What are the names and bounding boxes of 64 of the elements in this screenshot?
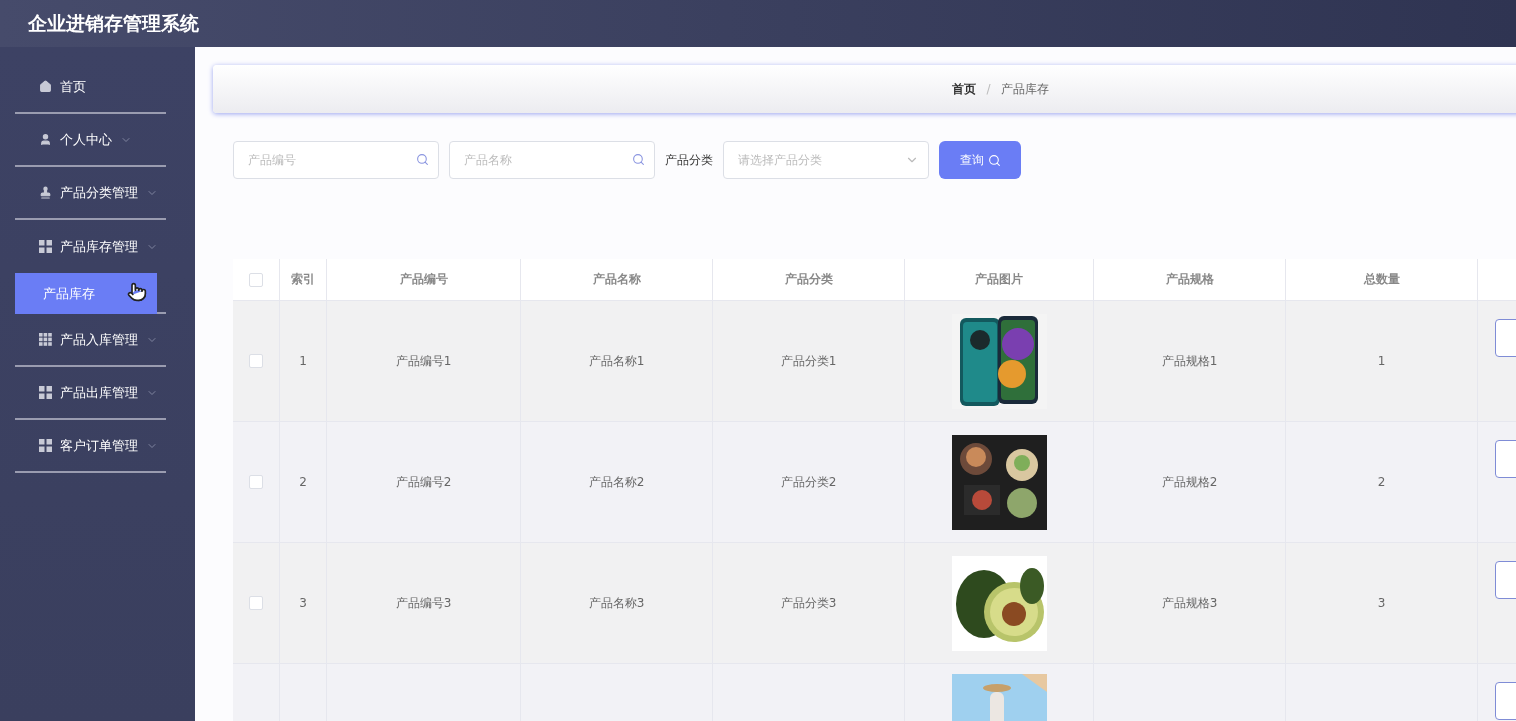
table-cell: 2: [1286, 422, 1478, 542]
search-field[interactable]: 产品名称: [449, 141, 655, 179]
table-cell: 2: [280, 422, 327, 542]
sidebar-item-label: 客户订单管理: [60, 436, 138, 455]
column-header: 产品名称: [521, 259, 713, 300]
table-cell: 产品分类3: [713, 543, 905, 663]
sidebar-item[interactable]: 个人中心: [15, 114, 166, 167]
sidebar-item-label: 产品入库管理: [60, 330, 138, 349]
column-header: 索引: [280, 259, 327, 300]
app-title: 企业进销存管理系统: [28, 10, 199, 36]
table-cell: 产品规格2: [1094, 422, 1286, 542]
grid-icon: [39, 240, 52, 253]
sidebar-item[interactable]: 首页: [15, 61, 166, 114]
grid-icon: [39, 386, 52, 399]
stamp-icon: [39, 186, 52, 199]
sidebar-item[interactable]: 产品分类管理: [15, 167, 166, 220]
search-icon: [416, 153, 429, 166]
sidebar-item-label: 产品库存管理: [60, 237, 138, 256]
search-icon: [987, 153, 1001, 167]
query-button[interactable]: 查询: [939, 141, 1021, 179]
sidebar-item[interactable]: 产品入库管理: [15, 314, 166, 367]
breadcrumb-separator: /: [986, 82, 991, 96]
breadcrumb-item: 产品库存: [1000, 80, 1049, 98]
checkbox[interactable]: [249, 475, 263, 489]
sidebar-item[interactable]: 产品库存管理: [15, 220, 166, 273]
sidebar-item-label: 产品出库管理: [60, 383, 138, 402]
table-cell: 产品分类2: [713, 422, 905, 542]
sidebar-item-label: 个人中心: [60, 130, 112, 149]
checkbox[interactable]: [249, 596, 263, 610]
table-cell: 产品编号3: [327, 543, 521, 663]
checkbox[interactable]: [249, 272, 263, 287]
sidebar-item-label: 产品分类管理: [60, 183, 138, 202]
search-field[interactable]: 产品编号: [233, 141, 439, 179]
column-header: 产品编号: [327, 259, 521, 300]
grid-icon: [39, 333, 52, 346]
sidebar-item[interactable]: 客户订单管理: [15, 420, 166, 473]
sidebar-item[interactable]: 产品出库管理: [15, 367, 166, 420]
table-cell: 产品规格3: [1094, 543, 1286, 663]
table-cell: 1: [280, 301, 327, 421]
table-cell: 1: [1286, 301, 1478, 421]
column-header: 总数量: [1286, 259, 1478, 300]
field-label: 产品分类: [665, 151, 713, 169]
table-cell: 产品名称3: [521, 543, 713, 663]
table-cell: 3: [280, 543, 327, 663]
cursor-icon: [127, 282, 147, 302]
table-cell: 3: [1286, 543, 1478, 663]
user-icon: [39, 133, 52, 146]
table-cell: 产品编号1: [327, 301, 521, 421]
search-icon: [632, 153, 645, 166]
checkbox[interactable]: [249, 354, 263, 368]
breadcrumb-item[interactable]: 首页: [952, 80, 977, 98]
table-cell: 产品规格1: [1094, 301, 1286, 421]
table-cell: 产品分类1: [713, 301, 905, 421]
sidebar-item-label: 首页: [60, 77, 86, 96]
table-cell: 产品名称1: [521, 301, 713, 421]
table-cell: 产品名称2: [521, 422, 713, 542]
column-header: 产品分类: [713, 259, 905, 300]
table-cell: 产品编号2: [327, 422, 521, 542]
column-header: 产品规格: [1094, 259, 1286, 300]
column-header: 产品图片: [905, 259, 1094, 300]
sidebar-subitem[interactable]: 产品库存: [15, 273, 157, 314]
grid-icon: [39, 439, 52, 452]
home-icon: [39, 80, 52, 93]
category-select[interactable]: 请选择产品分类: [723, 141, 929, 179]
